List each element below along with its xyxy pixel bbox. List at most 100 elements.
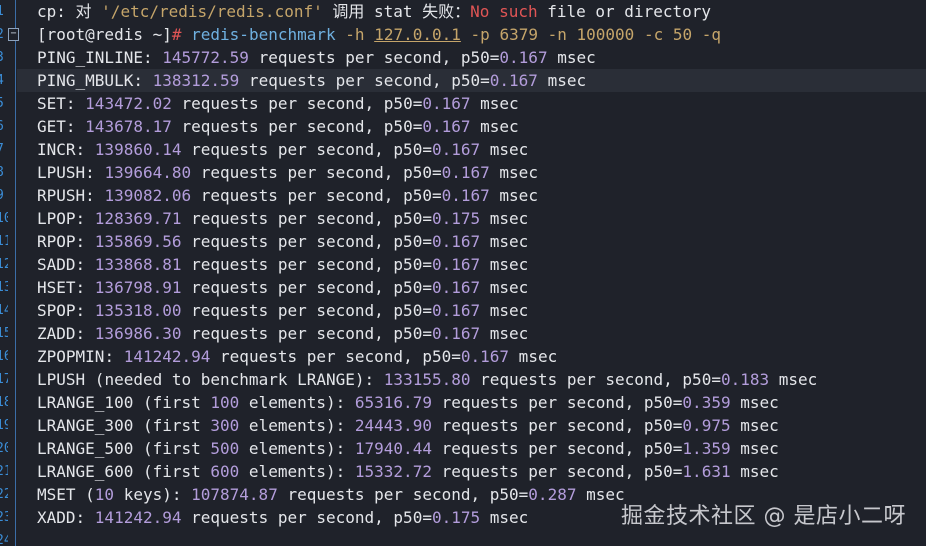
requests-per-second-value: 135318.00 [94,301,182,320]
error-message: No such [470,2,538,21]
clients-arg: 50 [672,25,693,44]
result-line: LRANGE_100 (first 100 elements): 65316.7… [37,391,926,414]
test-detail-count: 10 [94,485,115,504]
colon: : [142,48,163,67]
msec-unit: msec [730,462,779,481]
equals: = [422,508,432,527]
result-line: LPUSH: 139664.80 requests per second, p5… [37,161,926,184]
msec-unit: msec [480,140,529,159]
colon: : [65,117,86,136]
test-detail: (first [133,439,211,458]
msec-unit: msec [480,209,529,228]
equals: = [672,462,683,481]
requests-per-second-value: 135869.56 [94,232,182,251]
equals: = [518,485,529,504]
colon: : [171,485,192,504]
error-line: cp: 对 '/etc/redis/redis.conf' 调用 stat 失败… [37,0,926,23]
equals: = [672,416,683,435]
test-detail: (first [133,393,211,412]
p50-latency-value: 0.183 [720,370,770,389]
test-detail: elements) [239,393,336,412]
cmd-name: cp [37,2,57,21]
requests-per-second-value: 17940.44 [354,439,432,458]
msec-unit: msec [730,416,779,435]
requests-per-second-value: 136986.30 [94,324,182,343]
option-q: -q [701,25,722,44]
result-line: LRANGE_600 (first 600 elements): 15332.7… [37,460,926,483]
colon: : [75,140,95,159]
colon: : [335,393,355,412]
error-tail: file or directory [537,2,711,21]
rps-suffix: requests per second, p50 [239,71,481,90]
equals: = [711,370,721,389]
result-line: INCR: 139860.14 requests per second, p50… [37,138,926,161]
msec-unit: msec [537,71,587,90]
result-line: RPUSH: 139082.06 requests per second, p5… [37,184,926,207]
line-number: 15 [0,326,8,341]
rps-suffix: requests per second, p50 [431,393,673,412]
line-number: 23 [0,510,8,525]
colon: : [75,301,95,320]
error-path: '/etc/redis/redis.conf' [101,2,323,21]
result-line: ZPOPMIN: 141242.94 requests per second, … [37,345,926,368]
line-number: 14 [0,303,8,318]
p50-latency-value: 0.287 [528,485,577,504]
equals: = [422,301,432,320]
test-name: LRANGE_600 [37,462,134,481]
test-detail: elements) [239,439,336,458]
terminal-output[interactable]: cp: 对 '/etc/redis/redis.conf' 调用 stat 失败… [17,0,926,529]
test-detail-count: 500 [210,439,240,458]
p50-latency-value: 0.167 [431,324,481,343]
watermark: 掘金技术社区 @ 是店小二呀 [621,504,906,529]
test-name: MSET [37,485,76,504]
rps-suffix: requests per second, p50 [191,186,432,205]
result-line: PING_INLINE: 145772.59 requests per seco… [37,46,926,69]
result-line: HSET: 136798.91 requests per second, p50… [37,276,926,299]
colon: : [364,370,384,389]
test-name: RPUSH [37,186,86,205]
test-name: HSET [37,278,76,297]
p50-latency-value: 0.167 [431,255,481,274]
msec-unit: msec [489,163,538,182]
p50-latency-value: 0.167 [499,48,548,67]
test-detail-count: 300 [210,416,240,435]
msec-unit: msec [480,278,529,297]
result-line: SADD: 133868.81 requests per second, p50… [37,253,926,276]
test-detail-count: 600 [210,462,240,481]
p50-latency-value: 0.167 [441,186,490,205]
requests-per-second-value: 141242.94 [123,347,211,366]
requests-per-second-value: 133155.80 [383,370,471,389]
equals: = [422,232,432,251]
result-line: LPUSH (needed to benchmark LRANGE): 1331… [37,368,926,391]
test-name: LRANGE_100 [37,393,134,412]
requests-per-second-value: 143678.17 [85,117,172,136]
colon: : [133,71,153,90]
result-line: LRANGE_500 (first 500 elements): 17940.4… [37,437,926,460]
command-binary: redis-benchmark [191,25,336,44]
test-name: LPUSH [37,163,86,182]
test-name: LPUSH [37,370,86,389]
port-arg: 6379 [499,25,538,44]
p50-latency-value: 0.175 [431,209,481,228]
equals: = [412,94,423,113]
line-number: 13 [0,280,8,295]
line-number: 11 [0,234,8,249]
test-detail: elements) [239,462,336,481]
equals: = [422,278,432,297]
msec-unit: msec [576,485,625,504]
equals: = [672,439,683,458]
indent-guide [15,0,16,546]
command-line: [root@redis ~]# redis-benchmark -h 127.0… [37,23,926,46]
terminal-window[interactable]: − 12345678910111213141516171819202122232… [0,0,926,546]
fold-toggle-icon[interactable]: − [8,28,19,41]
equals: = [480,71,490,90]
test-detail-count: 100 [210,393,240,412]
line-number: 5 [0,92,8,115]
rps-suffix: requests per second, p50 [181,508,423,527]
requests-per-second-value: 139082.06 [104,186,192,205]
rps-suffix: requests per second, p50 [181,324,423,343]
result-line: LPOP: 128369.71 requests per second, p50… [37,207,926,230]
msec-unit: msec [480,232,529,251]
p50-latency-value: 1.631 [682,462,731,481]
line-number: 19 [0,418,8,433]
